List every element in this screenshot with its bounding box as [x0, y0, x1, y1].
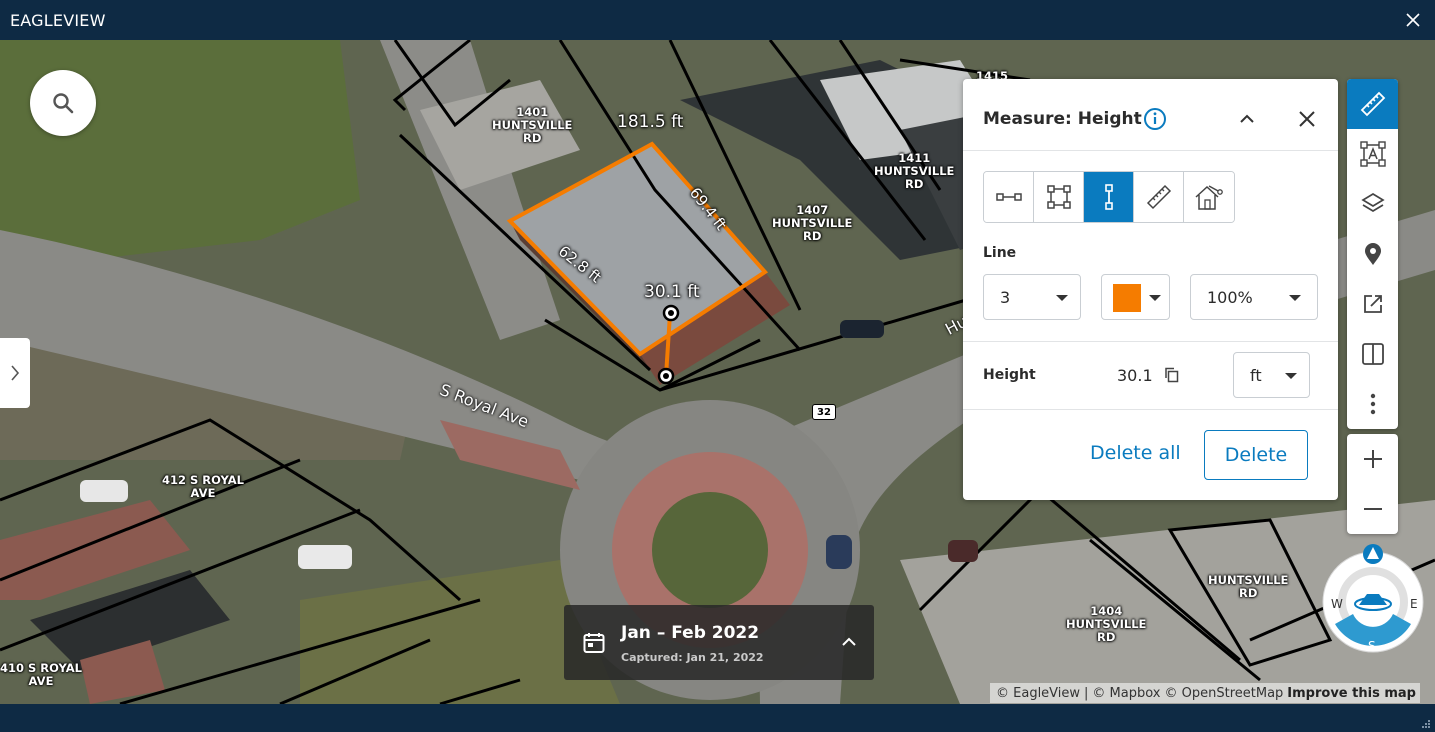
line-color-select[interactable] [1101, 274, 1170, 320]
measure-label: 30.1 ft [644, 282, 700, 302]
zoom-in-button[interactable] [1347, 434, 1398, 484]
line-opacity-select[interactable]: 100% [1190, 274, 1318, 320]
capture-date: Captured: Jan 21, 2022 [621, 651, 764, 664]
zoom-controls [1347, 434, 1398, 534]
attrib-separator: | [1084, 685, 1089, 701]
collapse-panel-icon[interactable] [1237, 109, 1257, 129]
attrib-mapbox[interactable]: © Mapbox [1092, 686, 1160, 701]
imagery-date-card[interactable]: Jan – Feb 2022 Captured: Jan 21, 2022 [564, 605, 874, 680]
route-shield: 32 [812, 404, 836, 420]
parcel-label: 1407 HUNTSVILLE RD [772, 203, 853, 243]
measure-tool-group [983, 171, 1235, 223]
more-button[interactable] [1347, 379, 1398, 429]
tool-height[interactable] [1084, 172, 1134, 222]
parcel-label: 410 S ROYAL AVE [0, 661, 82, 688]
attrib-osm[interactable]: © OpenStreetMap [1165, 686, 1284, 701]
chevron-right-icon [11, 365, 20, 381]
map-toolbar [1347, 79, 1398, 429]
window-close-icon[interactable] [1403, 10, 1423, 30]
parcel-label: 1411 HUNTSVILLE RD [874, 151, 955, 191]
share-button[interactable] [1347, 279, 1398, 329]
resize-grip-icon[interactable] [1421, 719, 1431, 729]
divider [963, 409, 1338, 410]
calendar-icon [583, 633, 605, 653]
more-icon [1370, 393, 1375, 415]
height-icon [1104, 184, 1113, 210]
line-width-value: 3 [1000, 288, 1011, 307]
measure-button[interactable] [1347, 79, 1398, 129]
location-pin-icon [1364, 243, 1381, 265]
line-distance-icon [995, 193, 1022, 201]
measure-label: 181.5 ft [617, 112, 684, 132]
zoom-out-button[interactable] [1347, 484, 1398, 534]
compass-south[interactable]: S [1368, 639, 1376, 653]
tool-ruler[interactable] [1134, 172, 1184, 222]
compass-west[interactable]: W [1331, 597, 1343, 611]
measure-panel-header: Measure: Height [963, 79, 1338, 151]
zoom-out-icon [1363, 508, 1382, 510]
measure-panel-title: Measure: Height [983, 109, 1142, 129]
search-button[interactable] [30, 70, 96, 136]
side-panel-toggle[interactable] [0, 338, 30, 408]
close-panel-icon[interactable] [1297, 109, 1317, 129]
share-icon [1363, 295, 1382, 313]
area-icon [1046, 185, 1071, 209]
annotate-button[interactable] [1347, 129, 1398, 179]
delete-all-button[interactable]: Delete all [1090, 442, 1181, 464]
attrib-eagleview[interactable]: © EagleView [996, 686, 1080, 701]
delete-button[interactable]: Delete [1204, 430, 1308, 480]
unit-value: ft [1250, 366, 1262, 385]
chevron-up-icon[interactable] [840, 635, 858, 649]
parcel-label: 1401 HUNTSVILLE RD [492, 105, 573, 145]
info-icon[interactable] [1143, 107, 1167, 131]
parcel-label: 1404 HUNTSVILLE RD [1066, 604, 1147, 644]
improve-map-link[interactable]: Improve this map [1287, 686, 1416, 701]
line-section-label: Line [983, 245, 1017, 261]
title-bar: EAGLEVIEW [0, 0, 1435, 40]
roof-pitch-icon [1195, 185, 1223, 210]
layers-button[interactable] [1347, 179, 1398, 229]
layers-icon [1360, 193, 1385, 212]
measure-panel: Measure: Height Line 3 100% Height 30.1 … [963, 79, 1338, 500]
imagery-period: Jan – Feb 2022 [621, 623, 760, 643]
chevron-down-icon [1056, 295, 1068, 301]
tool-line-distance[interactable] [984, 172, 1034, 222]
split-view-icon [1361, 343, 1384, 365]
color-swatch [1113, 284, 1141, 312]
parcel-label: 412 S ROYAL AVE [162, 473, 244, 500]
tool-roof-pitch[interactable] [1184, 172, 1234, 222]
map-attribution: © EagleView | © Mapbox © OpenStreetMap I… [990, 683, 1420, 703]
status-bar [0, 704, 1435, 732]
app-title: EAGLEVIEW [10, 11, 106, 30]
location-button[interactable] [1347, 229, 1398, 279]
chevron-down-icon [1289, 295, 1301, 301]
line-width-select[interactable]: 3 [983, 274, 1081, 320]
chevron-down-icon [1149, 295, 1161, 301]
line-opacity-value: 100% [1207, 288, 1253, 307]
compass[interactable]: W E S [1321, 542, 1425, 656]
split-view-button[interactable] [1347, 329, 1398, 379]
parcel-label: HUNTSVILLE RD [1208, 573, 1289, 600]
divider [963, 341, 1338, 342]
measure-icon [1360, 91, 1385, 117]
chevron-down-icon [1285, 373, 1297, 379]
height-label: Height [983, 367, 1036, 383]
search-icon [53, 93, 74, 114]
tool-area[interactable] [1034, 172, 1084, 222]
ruler-icon [1146, 184, 1171, 210]
annotate-icon [1359, 141, 1386, 167]
compass-east[interactable]: E [1410, 597, 1418, 611]
unit-select[interactable]: ft [1233, 352, 1310, 398]
height-value: 30.1 [1117, 366, 1153, 385]
copy-icon[interactable] [1163, 366, 1181, 384]
zoom-in-icon [1363, 450, 1382, 468]
